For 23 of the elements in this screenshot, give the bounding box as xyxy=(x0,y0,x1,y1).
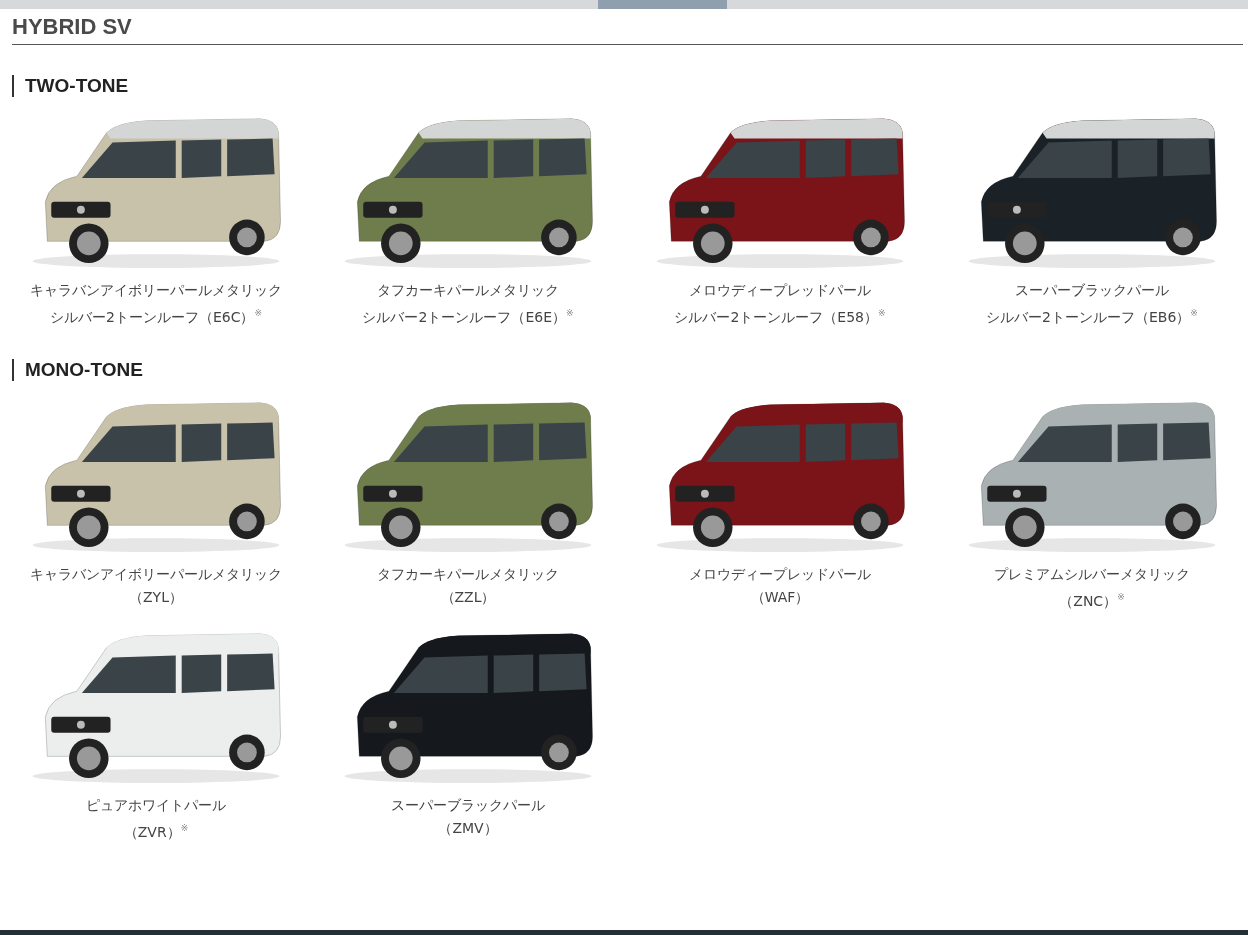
page-title: HYBRID SV xyxy=(12,14,1243,45)
color-code: （ZZL） xyxy=(440,587,496,607)
color-name: メロウディープレッドパール xyxy=(689,281,871,300)
color-code: シルバー2トーンルーフ（E6C）$^{※}$ xyxy=(50,307,262,327)
color-code: （ZYL） xyxy=(129,587,183,607)
section-heading: TWO-TONE xyxy=(12,75,1248,97)
color-name: スーパーブラックパール xyxy=(1015,281,1169,300)
color-name: プレミアムシルバーメタリック xyxy=(994,564,1190,584)
color-code: （WAF） xyxy=(750,587,810,607)
color-name: タフカーキパールメタリック xyxy=(377,281,559,300)
color-code: シルバー2トーンルーフ（E58）$^{※}$ xyxy=(674,307,886,327)
color-code: （ZNC）$^{※}$ xyxy=(1059,590,1125,611)
color-name: キャラバンアイボリーパールメタリック xyxy=(30,281,282,300)
color-name: スーパーブラックパール xyxy=(391,796,545,816)
color-code: （ZVR）$^{※}$ xyxy=(123,822,189,842)
color-code: シルバー2トーンルーフ（E6E）$^{※}$ xyxy=(362,307,574,327)
color-name: キャラバンアイボリーパールメタリック xyxy=(30,564,282,584)
section-heading: MONO-TONE xyxy=(12,358,1248,381)
color-code: シルバー2トーンルーフ（EB6）$^{※}$ xyxy=(986,307,1198,327)
color-name: メロウディープレッドパール xyxy=(689,564,871,584)
color-code: （ZMV） xyxy=(438,819,498,839)
color-name: タフカーキパールメタリック xyxy=(377,564,559,584)
color-name: ピュアホワイトパール xyxy=(86,796,226,816)
